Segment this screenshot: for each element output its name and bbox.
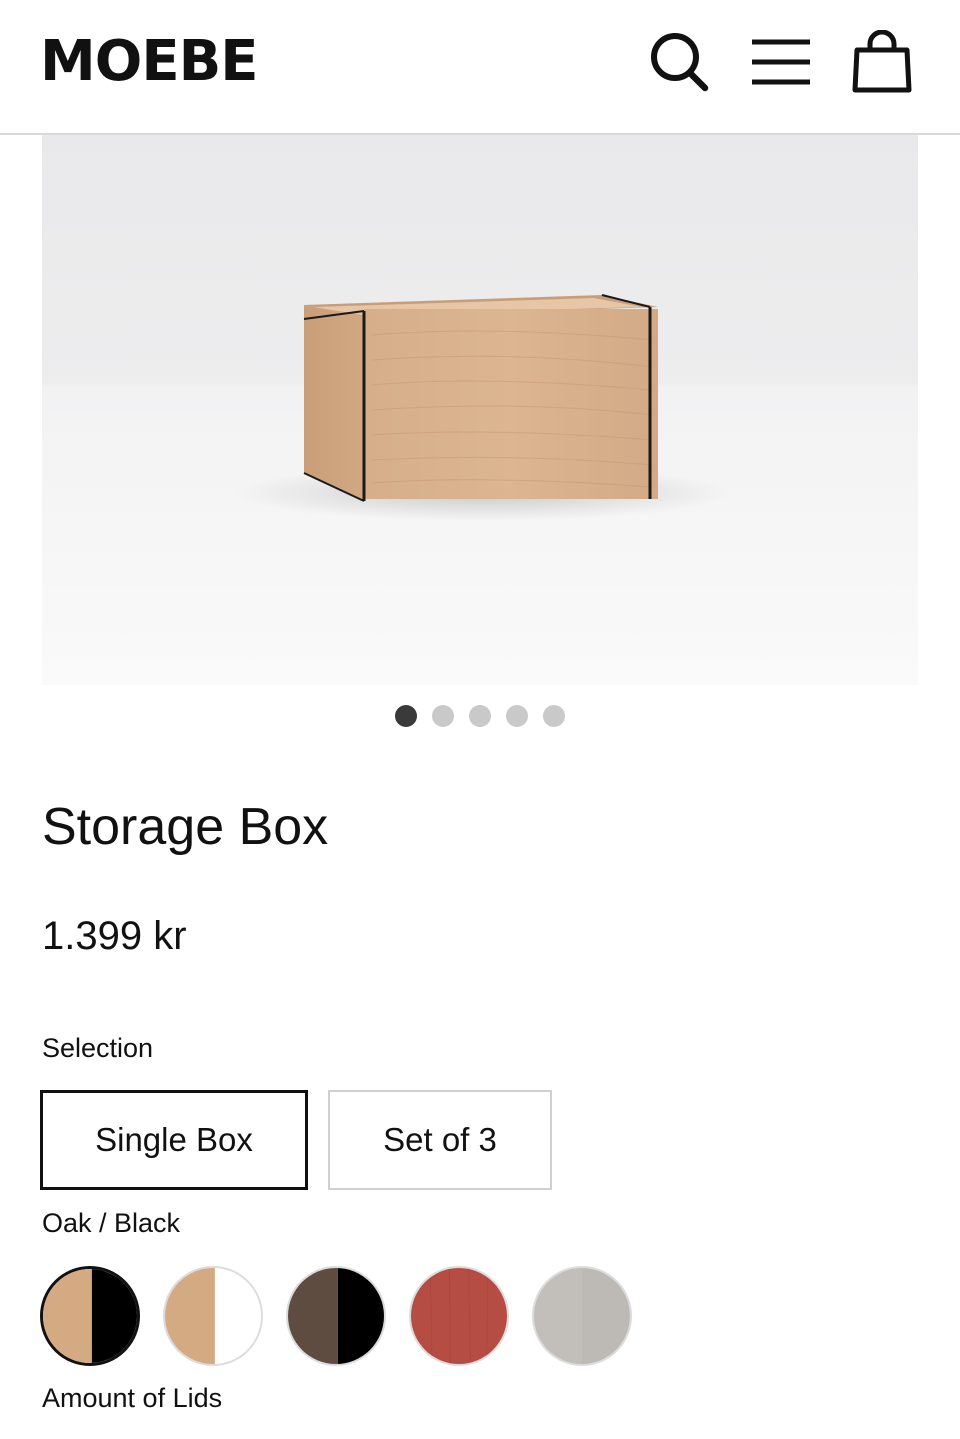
menu-icon[interactable] [750,30,812,94]
product-title: Storage Box [42,798,329,856]
product-price: 1.399 kr [42,914,187,958]
carousel-dot-4[interactable] [506,705,528,727]
carousel-dot-2[interactable] [432,705,454,727]
swatch-red[interactable] [409,1266,509,1366]
carousel-dot-1[interactable] [395,705,417,727]
product-image[interactable] [42,135,918,685]
lids-label: Amount of Lids [42,1383,223,1413]
brand-logo[interactable]: MOEBE [40,30,259,94]
swatch-smoked-oak-black[interactable] [286,1266,386,1366]
swatch-oak-white[interactable] [163,1266,263,1366]
site-header: MOEBE [0,0,960,135]
option-label: Single Box [95,1121,253,1158]
option-set-of-3[interactable]: Set of 3 [328,1090,552,1190]
carousel-dot-5[interactable] [543,705,565,727]
color-selected-label: Oak / Black [42,1208,181,1238]
search-icon[interactable] [648,30,710,94]
carousel-dots [0,704,960,728]
swatch-grey[interactable] [532,1266,632,1366]
option-single-box[interactable]: Single Box [40,1090,308,1190]
swatch-oak-black[interactable] [40,1266,140,1366]
selection-label: Selection [42,1033,154,1063]
carousel-dot-3[interactable] [469,705,491,727]
option-label: Set of 3 [383,1121,497,1158]
shopping-bag-icon[interactable] [851,30,913,94]
